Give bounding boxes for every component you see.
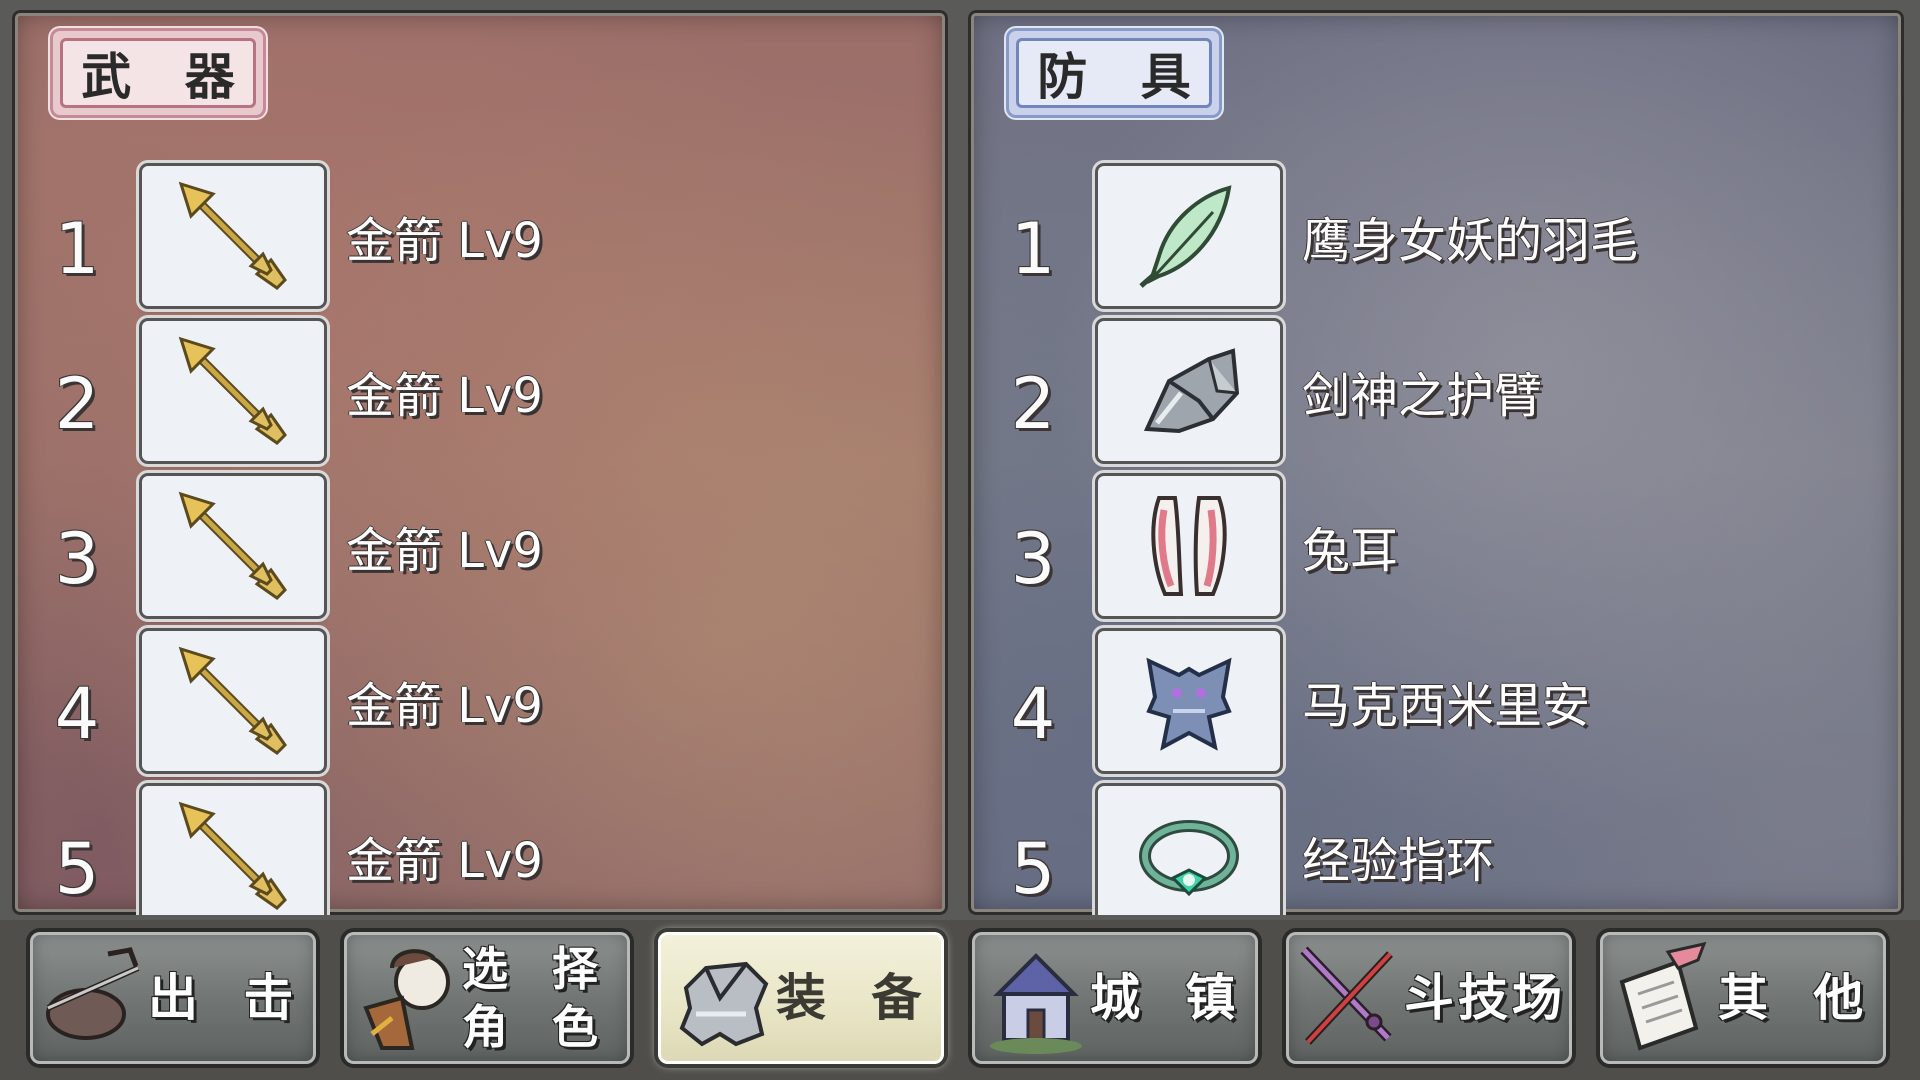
- slot-number: 1: [54, 207, 100, 290]
- arena-icon: [1294, 938, 1404, 1058]
- weapon-slot-4[interactable]: 4 金箭 Lv9: [12, 623, 948, 778]
- armor-slot-4[interactable]: 4 马克西米里安: [968, 623, 1904, 778]
- slot-number: 3: [54, 517, 100, 600]
- golden-arrow-icon[interactable]: [142, 785, 324, 915]
- weapon-slot-2[interactable]: 2 金箭 Lv9: [12, 313, 948, 468]
- armor-name: 剑神之护臂: [1302, 367, 1543, 424]
- armor-title-tag: 防 具: [1006, 28, 1222, 118]
- armor-icon[interactable]: [1098, 630, 1280, 771]
- town-icon: [980, 938, 1090, 1058]
- armor-name: 鹰身女妖的羽毛: [1302, 212, 1639, 269]
- sortie-icon: [38, 938, 148, 1058]
- armor-title: 防 具: [1037, 48, 1209, 106]
- armor-slot-1[interactable]: 1 鹰身女妖的羽毛: [968, 158, 1904, 313]
- slot-number: 3: [1010, 517, 1056, 600]
- ring-icon[interactable]: [1098, 785, 1280, 915]
- arena-button[interactable]: 斗技场: [1286, 932, 1572, 1064]
- town-button[interactable]: 城 镇: [972, 932, 1258, 1064]
- weapon-name: 金箭 Lv9: [346, 677, 543, 734]
- gauntlet-icon[interactable]: [1098, 320, 1280, 461]
- armor-panel: 防 具 1 鹰身女妖的羽毛 2 剑神之护臂 3 兔耳 4 马克西米里安 5 经验…: [968, 10, 1904, 915]
- bunny-ears-icon[interactable]: [1098, 475, 1280, 616]
- armor-name: 经验指环: [1302, 832, 1495, 889]
- armor-slot-5[interactable]: 5 经验指环: [968, 778, 1904, 915]
- slot-number: 2: [1010, 362, 1056, 445]
- feather-icon[interactable]: [1098, 165, 1280, 306]
- equipment-button[interactable]: 装 备: [658, 932, 944, 1064]
- weapon-slot-3[interactable]: 3 金箭 Lv9: [12, 468, 948, 623]
- weapon-slot-5[interactable]: 5 金箭 Lv9: [12, 778, 948, 915]
- weapon-name: 金箭 Lv9: [346, 832, 543, 889]
- sortie-button[interactable]: 出 击: [30, 932, 316, 1064]
- select-character-button[interactable]: 选 择 角 色: [344, 932, 630, 1064]
- other-label: 其 他: [1718, 969, 1878, 1027]
- weapon-name: 金箭 Lv9: [346, 522, 543, 579]
- armor-name: 兔耳: [1302, 522, 1399, 579]
- slot-number: 5: [54, 827, 100, 910]
- weapon-name: 金箭 Lv9: [346, 212, 543, 269]
- weapons-title: 武 器: [81, 48, 253, 106]
- weapon-slot-1[interactable]: 1 金箭 Lv9: [12, 158, 948, 313]
- other-icon: [1608, 938, 1718, 1058]
- slot-number: 5: [1010, 827, 1056, 910]
- select-character-line2: 角 色: [462, 1000, 613, 1054]
- slot-number: 4: [1010, 672, 1056, 755]
- select-character-line1: 选 择: [462, 942, 613, 996]
- armor-list: 1 鹰身女妖的羽毛 2 剑神之护臂 3 兔耳 4 马克西米里安 5 经验指环: [968, 158, 1904, 915]
- slot-number: 2: [54, 362, 100, 445]
- armor-name: 马克西米里安: [1302, 677, 1591, 734]
- golden-arrow-icon[interactable]: [142, 165, 324, 306]
- character-icon: [352, 938, 462, 1058]
- weapons-title-tag: 武 器: [50, 28, 266, 118]
- weapon-name: 金箭 Lv9: [346, 367, 543, 424]
- sortie-label: 出 击: [148, 969, 308, 1027]
- slot-number: 1: [1010, 207, 1056, 290]
- weapons-panel: 武 器 1 金箭 Lv9 2 金箭 Lv9 3 金箭 Lv9 4 金箭 Lv9 …: [12, 10, 948, 915]
- equipment-icon: [666, 938, 776, 1058]
- arena-label: 斗技场: [1404, 969, 1566, 1027]
- select-character-label: 选 择 角 色: [462, 940, 612, 1056]
- bottom-menu: 出 击 选 择 角 色 装 备 城 镇 斗技场 其 他: [0, 920, 1920, 1080]
- golden-arrow-icon[interactable]: [142, 630, 324, 771]
- town-label: 城 镇: [1090, 969, 1250, 1027]
- slot-number: 4: [54, 672, 100, 755]
- golden-arrow-icon[interactable]: [142, 475, 324, 616]
- golden-arrow-icon[interactable]: [142, 320, 324, 461]
- armor-slot-3[interactable]: 3 兔耳: [968, 468, 1904, 623]
- other-button[interactable]: 其 他: [1600, 932, 1886, 1064]
- weapons-list: 1 金箭 Lv9 2 金箭 Lv9 3 金箭 Lv9 4 金箭 Lv9 5 金箭…: [12, 158, 948, 915]
- armor-slot-2[interactable]: 2 剑神之护臂: [968, 313, 1904, 468]
- equipment-label: 装 备: [776, 969, 936, 1027]
